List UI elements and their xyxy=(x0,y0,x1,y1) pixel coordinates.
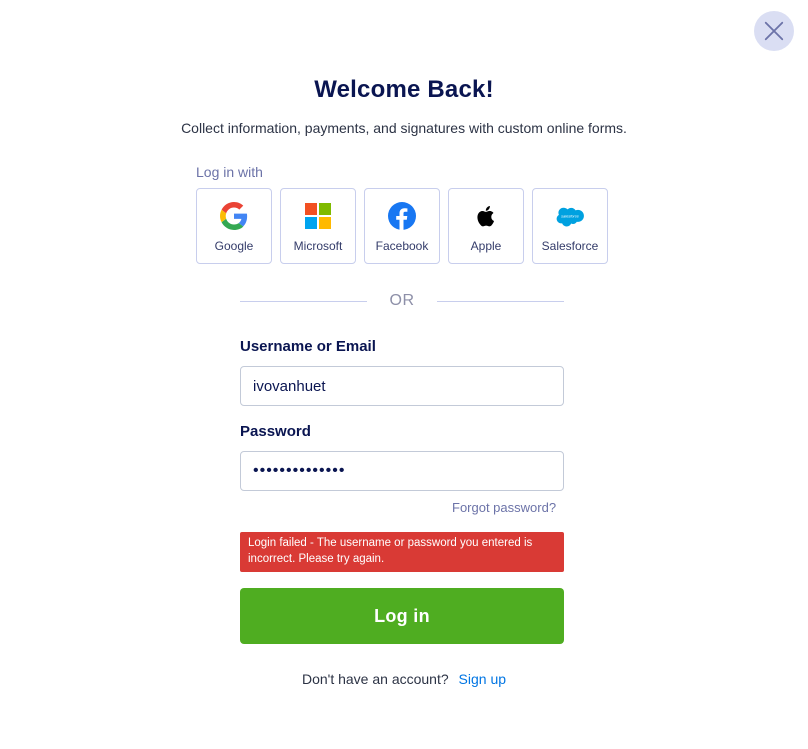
salesforce-icon: salesforce xyxy=(556,202,584,230)
provider-label: Apple xyxy=(470,239,502,253)
salesforce-login-button[interactable]: salesforce Salesforce xyxy=(532,188,608,264)
login-with-label: Log in with xyxy=(196,164,263,180)
or-divider: OR xyxy=(240,289,564,313)
google-icon xyxy=(220,202,248,230)
microsoft-login-button[interactable]: Microsoft xyxy=(280,188,356,264)
forgot-password-link[interactable]: Forgot password? xyxy=(452,500,556,515)
apple-login-button[interactable]: Apple xyxy=(448,188,524,264)
provider-label: Microsoft xyxy=(293,239,343,253)
facebook-icon xyxy=(388,202,416,230)
or-label: OR xyxy=(389,292,415,309)
password-label: Password xyxy=(240,423,311,440)
page-subtitle: Collect information, payments, and signa… xyxy=(181,120,627,136)
facebook-login-button[interactable]: Facebook xyxy=(364,188,440,264)
close-button[interactable] xyxy=(754,11,794,51)
password-input[interactable]: •••••••••••••• xyxy=(240,451,564,491)
social-login-options: Google Microsoft Facebook Apple salesfor… xyxy=(196,188,608,264)
signup-link[interactable]: Sign up xyxy=(459,671,506,687)
page-title: Welcome Back! xyxy=(314,76,494,103)
login-button[interactable]: Log in xyxy=(240,588,564,644)
divider-line xyxy=(437,300,564,302)
provider-label: Facebook xyxy=(375,239,429,253)
signup-prompt: Don't have an account? Sign up xyxy=(0,671,808,687)
close-icon xyxy=(764,21,784,41)
signup-prompt-text: Don't have an account? xyxy=(301,671,449,687)
login-error-message: Login failed - The username or password … xyxy=(240,532,564,572)
apple-icon xyxy=(472,202,500,230)
provider-label: Google xyxy=(214,239,254,253)
username-label: Username or Email xyxy=(240,338,376,355)
provider-label: Salesforce xyxy=(541,239,599,253)
username-input[interactable]: ivovanhuet xyxy=(240,366,564,406)
google-login-button[interactable]: Google xyxy=(196,188,272,264)
divider-line xyxy=(240,300,367,302)
salesforce-logo-text: salesforce xyxy=(561,214,580,219)
microsoft-icon xyxy=(304,202,332,230)
